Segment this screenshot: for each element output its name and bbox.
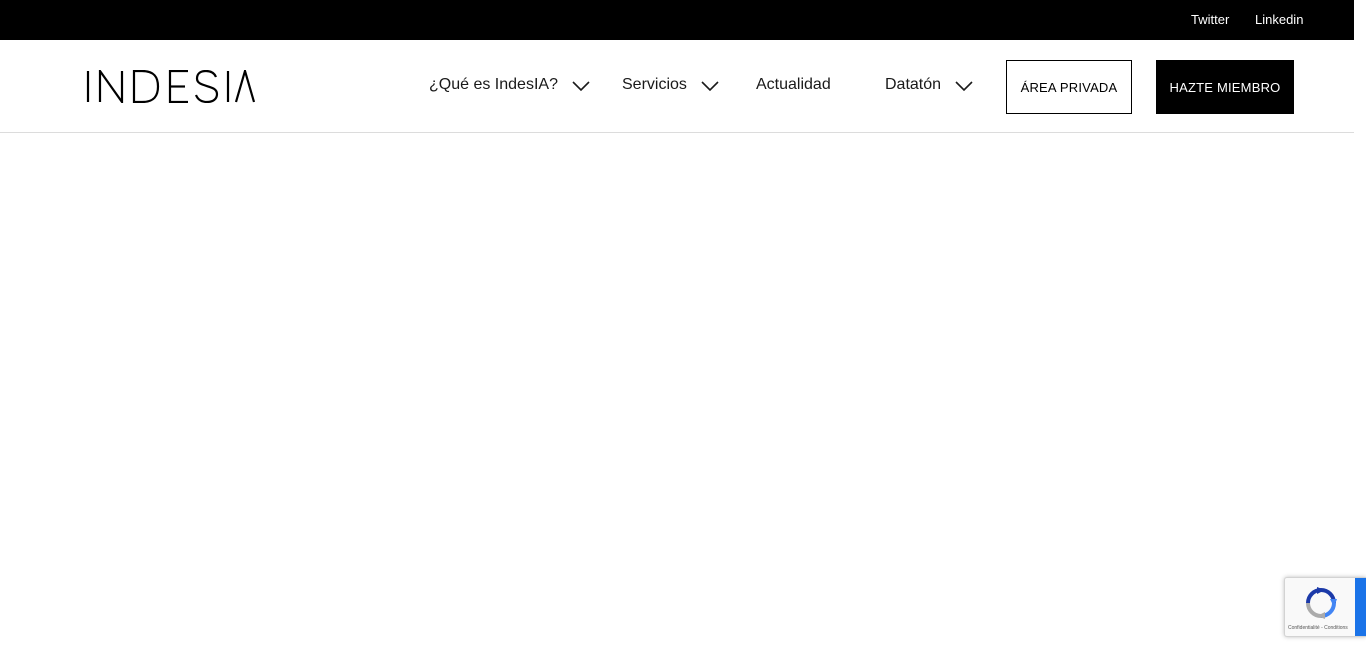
page: Twitter Linkedin ¿Qué es IndesIA? Servic… — [0, 0, 1366, 651]
chevron-down-icon — [955, 79, 973, 92]
nav-label: ¿Qué es IndesIA? — [429, 76, 558, 93]
chevron-down-icon — [701, 79, 719, 92]
nav-label: Actualidad — [756, 76, 831, 93]
site-header: ¿Qué es IndesIA? Servicios Actualidad Da… — [0, 40, 1354, 133]
nav-dataton[interactable]: Datatón — [885, 76, 973, 94]
nav-que-es-indesia[interactable]: ¿Qué es IndesIA? — [429, 76, 590, 94]
nav-label: Datatón — [885, 76, 942, 93]
recaptcha-icon — [1305, 587, 1337, 619]
nav-actualidad[interactable]: Actualidad — [756, 76, 831, 94]
recaptcha-badge[interactable]: Confidentialité - Conditions — [1284, 577, 1366, 637]
recaptcha-tab — [1355, 578, 1366, 636]
indesia-logo[interactable] — [86, 70, 256, 103]
chevron-down-icon — [572, 79, 590, 92]
top-bar: Twitter Linkedin — [0, 0, 1354, 40]
nav-label: Servicios — [622, 76, 687, 93]
recaptcha-terms[interactable]: Confidentialité - Conditions — [1288, 625, 1348, 631]
linkedin-link[interactable]: Linkedin — [1255, 12, 1303, 27]
area-privada-button[interactable]: ÁREA PRIVADA — [1006, 60, 1132, 114]
nav-servicios[interactable]: Servicios — [622, 76, 719, 94]
twitter-link[interactable]: Twitter — [1191, 12, 1229, 27]
logo-image — [86, 70, 256, 103]
hazte-miembro-button[interactable]: HAZTE MIEMBRO — [1156, 60, 1294, 114]
